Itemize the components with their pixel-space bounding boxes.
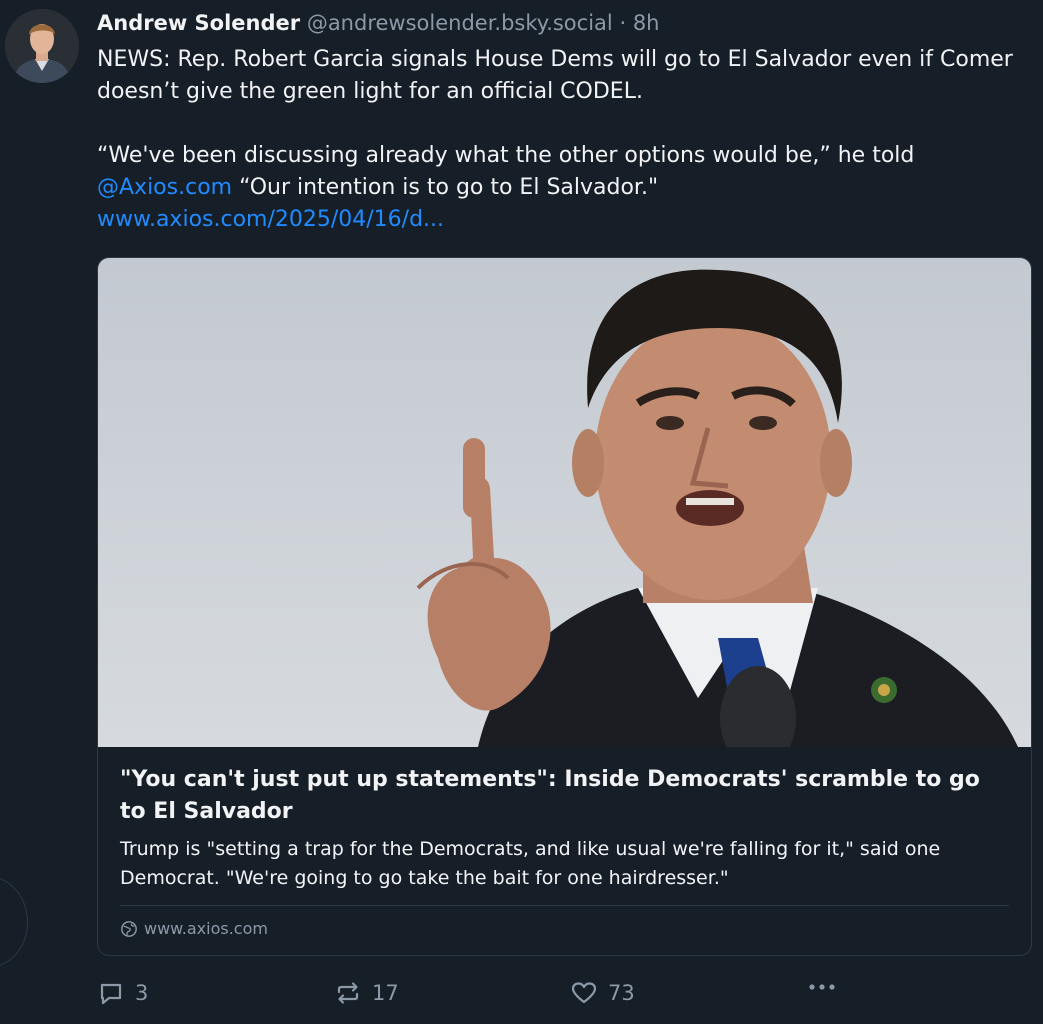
reply-count: 3 — [135, 981, 149, 1005]
post-paragraph-2: “We've been discussing already what the … — [97, 140, 1017, 204]
author-handle[interactable]: @andrewsolender.bsky.social — [307, 11, 613, 35]
embed-title: "You can't just put up statements": Insi… — [120, 767, 980, 824]
post-timestamp[interactable]: 8h — [633, 11, 660, 35]
repost-count: 17 — [372, 981, 399, 1005]
mention-link[interactable]: @Axios.com — [97, 175, 232, 200]
more-options-button[interactable] — [804, 973, 840, 1001]
separator-dot: · — [619, 11, 627, 35]
like-count: 73 — [608, 981, 635, 1005]
embed-domain: www.axios.com — [144, 919, 268, 938]
post-header: Andrew Solender @andrewsolender.bsky.soc… — [97, 8, 659, 38]
man-pointing-finger-photo — [416, 269, 1018, 747]
avatar-image — [5, 9, 79, 83]
globe-icon — [121, 921, 137, 937]
ellipsis-icon — [809, 984, 835, 990]
post-text: NEWS: Rep. Robert Garcia signals House D… — [97, 44, 1017, 236]
avatar[interactable] — [5, 9, 79, 83]
embed-thumbnail — [98, 258, 1031, 747]
author-name[interactable]: Andrew Solender — [97, 11, 300, 35]
embed-description: Trump is "setting a trap for the Democra… — [120, 838, 941, 889]
link-embed-card[interactable]: "You can't just put up statements": Insi… — [97, 257, 1032, 956]
article-url-link[interactable]: www.axios.com/2025/04/16/d... — [97, 207, 444, 232]
reply-button[interactable]: 3 — [97, 973, 148, 1013]
quote-start: “We've been discussing already what the … — [97, 143, 915, 168]
repost-button[interactable]: 17 — [334, 973, 399, 1013]
heart-icon — [571, 982, 597, 1004]
reply-icon — [100, 983, 122, 1005]
quote-end: “Our intention is to go to El Salvador." — [232, 175, 659, 200]
thread-indicator — [0, 876, 28, 968]
embed-domain-row: www.axios.com — [120, 916, 268, 942]
like-button[interactable]: 73 — [570, 973, 635, 1013]
post-actions: 3 17 73 — [0, 973, 1043, 1013]
repost-icon — [337, 982, 359, 1004]
post: Andrew Solender @andrewsolender.bsky.soc… — [0, 0, 1043, 1024]
embed-divider — [120, 905, 1009, 906]
post-paragraph-1: NEWS: Rep. Robert Garcia signals House D… — [97, 47, 1013, 104]
